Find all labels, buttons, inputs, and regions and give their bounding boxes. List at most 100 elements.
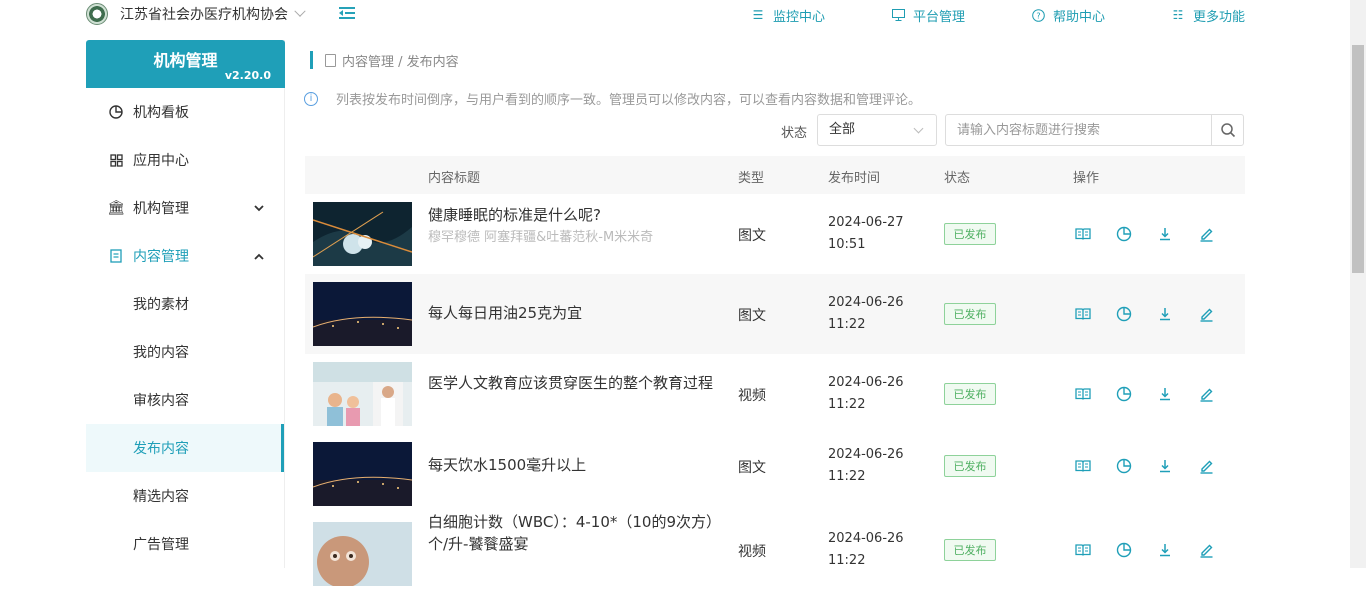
grid-icon — [108, 152, 124, 168]
document-icon — [325, 53, 336, 67]
content-title[interactable]: 每人每日用油25克为宜 — [428, 302, 723, 324]
sidebar-subitem-ad-management[interactable]: 广告管理 — [86, 520, 284, 568]
header-title: 内容标题 — [428, 171, 481, 186]
sidebar-subitem-publish-content[interactable]: 发布内容 — [86, 424, 284, 472]
status-badge: 已发布 — [944, 303, 996, 325]
nav-monitor-center[interactable]: ☰ 监控中心 — [751, 5, 825, 25]
scrollbar-thumb[interactable] — [1352, 45, 1364, 273]
content-type: 图文 — [738, 308, 766, 324]
status-badge: 已发布 — [944, 539, 996, 561]
page-scrollbar[interactable] — [1350, 0, 1366, 568]
breadcrumb-text: 内容管理 / 发布内容 — [342, 54, 459, 70]
pie-chart-icon — [108, 104, 124, 120]
bank-icon: 🏛 — [107, 200, 125, 216]
content-title-cell: 健康睡眠的标准是什么呢? 穆罕穆德 阿塞拜疆&吐蕃范秋-M米米奇 — [428, 204, 723, 247]
sidebar-item-org-management[interactable]: 🏛 机构管理 — [86, 184, 284, 232]
download-icon[interactable] — [1156, 541, 1174, 559]
edit-icon[interactable] — [1197, 541, 1215, 559]
download-icon[interactable] — [1156, 385, 1174, 403]
content-table: 内容标题 类型 发布时间 状态 操作 健康睡眠的标准是什么呢? 穆罕穆德 阿塞拜… — [305, 156, 1245, 594]
sidebar-item-content-management[interactable]: 内容管理 — [86, 232, 284, 280]
org-switcher[interactable]: 江苏省社会办医疗机构协会 — [86, 3, 306, 25]
sidebar-subitem-featured-content[interactable]: 精选内容 — [86, 472, 284, 520]
sidebar-subitem-review-content[interactable]: 审核内容 — [86, 376, 284, 424]
sidebar-item-label: 应用中心 — [133, 153, 189, 169]
status-select[interactable]: 全部 — [817, 114, 937, 146]
publish-clock: 11:22 — [828, 469, 866, 484]
publish-time: 2024-06-27 10:51 — [828, 212, 904, 256]
content-subtitle: 穆罕穆德 阿塞拜疆&吐蕃范秋-M米米奇 — [428, 230, 654, 245]
sidebar-brand: 机构管理 v2.20.0 — [86, 40, 285, 88]
header-ops: 操作 — [1073, 171, 1100, 186]
sidebar: 机构管理 v2.20.0 机构看板 应用中心 🏛 机构管理 内容管理 我的素材 … — [86, 40, 285, 568]
edit-icon[interactable] — [1197, 385, 1215, 403]
download-icon[interactable] — [1156, 225, 1174, 243]
nav-more-features[interactable]: ☷ 更多功能 — [1171, 5, 1245, 25]
content-title[interactable]: 每天饮水1500毫升以上 — [428, 454, 723, 476]
content-thumbnail[interactable] — [313, 202, 412, 266]
content-title[interactable]: 健康睡眠的标准是什么呢? — [428, 204, 723, 226]
desktop-icon — [891, 8, 905, 22]
help-circle-icon: ? — [1031, 8, 1045, 22]
info-notice: i 列表按发布时间倒序，与用户看到的顺序一致。管理员可以修改内容，可以查看内容数… — [304, 89, 921, 108]
org-name: 江苏省社会办医疗机构协会 — [120, 7, 288, 23]
pie-chart-icon[interactable] — [1115, 457, 1133, 475]
more-list-icon: ☷ — [1172, 8, 1184, 22]
monitor-list-icon: ☰ — [752, 8, 764, 22]
sidebar-subitem-my-content[interactable]: 我的内容 — [86, 328, 284, 376]
pie-chart-icon[interactable] — [1115, 385, 1133, 403]
menu-collapse-icon[interactable] — [339, 5, 355, 21]
publish-date: 2024-06-26 — [828, 447, 904, 462]
nav-label: 更多功能 — [1193, 9, 1246, 25]
info-icon: i — [304, 91, 318, 106]
edit-icon[interactable] — [1197, 225, 1215, 243]
brand-title: 机构管理 — [153, 51, 218, 70]
content-title[interactable]: 白细胞计数（WBC）：4-10*（10的9次方）个/升-饕餮盛宴 — [428, 511, 723, 555]
content-title-cell: 白细胞计数（WBC）：4-10*（10的9次方）个/升-饕餮盛宴 — [428, 511, 723, 555]
publish-date: 2024-06-26 — [828, 375, 904, 390]
sidebar-item-label: 机构看板 — [133, 105, 189, 121]
book-icon[interactable] — [1074, 305, 1092, 323]
edit-icon[interactable] — [1197, 305, 1215, 323]
publish-date: 2024-06-26 — [828, 531, 904, 546]
publish-clock: 11:22 — [828, 397, 866, 412]
table-row: 白细胞计数（WBC）：4-10*（10的9次方）个/升-饕餮盛宴 视频 2024… — [305, 511, 1245, 594]
nav-label: 平台管理 — [913, 9, 966, 25]
publish-date: 2024-06-26 — [828, 295, 904, 310]
search-input[interactable] — [946, 115, 1212, 145]
book-icon[interactable] — [1074, 541, 1092, 559]
status-badge: 已发布 — [944, 455, 996, 477]
status-badge: 已发布 — [944, 383, 996, 405]
content-thumbnail[interactable] — [313, 282, 412, 346]
book-icon[interactable] — [1074, 457, 1092, 475]
publish-time: 2024-06-26 11:22 — [828, 372, 904, 416]
book-icon[interactable] — [1074, 225, 1092, 243]
info-text: 列表按发布时间倒序，与用户看到的顺序一致。管理员可以修改内容，可以查看内容数据和… — [336, 93, 922, 108]
pie-chart-icon[interactable] — [1115, 305, 1133, 323]
nav-help-center[interactable]: ? 帮助中心 — [1031, 5, 1105, 25]
book-icon[interactable] — [1074, 385, 1092, 403]
header-time: 发布时间 — [828, 171, 881, 186]
content-title[interactable]: 医学人文教育应该贯穿医生的整个教育过程 — [428, 372, 723, 394]
sidebar-subitem-my-materials[interactable]: 我的素材 — [86, 280, 284, 328]
sidebar-item-dashboard[interactable]: 机构看板 — [86, 88, 284, 136]
version-label: v2.20.0 — [224, 69, 271, 82]
status-badge: 已发布 — [944, 223, 996, 245]
content-thumbnail[interactable] — [313, 522, 412, 586]
sidebar-item-label: 内容管理 — [133, 249, 189, 265]
content-thumbnail[interactable] — [313, 362, 412, 426]
pie-chart-icon[interactable] — [1115, 541, 1133, 559]
content-thumbnail[interactable] — [313, 442, 412, 506]
download-icon[interactable] — [1156, 457, 1174, 475]
search-button[interactable] — [1211, 115, 1243, 145]
chevron-down-icon — [254, 202, 264, 215]
search-icon — [1220, 123, 1235, 138]
download-icon[interactable] — [1156, 305, 1174, 323]
edit-icon[interactable] — [1197, 457, 1215, 475]
header-status: 状态 — [944, 171, 971, 186]
nav-platform-management[interactable]: 平台管理 — [891, 5, 965, 25]
header-type: 类型 — [738, 171, 765, 186]
content-type: 图文 — [738, 460, 766, 476]
sidebar-item-app-center[interactable]: 应用中心 — [86, 136, 284, 184]
pie-chart-icon[interactable] — [1115, 225, 1133, 243]
